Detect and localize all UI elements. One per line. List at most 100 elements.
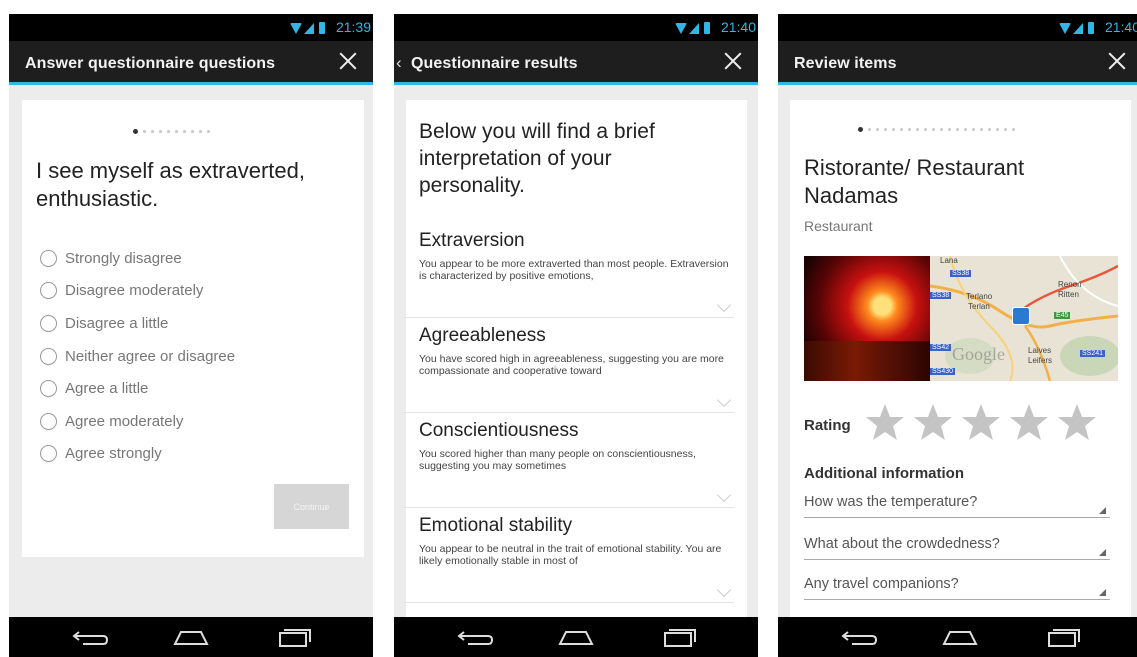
star-icon[interactable] [1008,402,1050,442]
status-bar: 21:40 [394,14,758,41]
trait-description: You scored higher than many people on co… [419,448,696,472]
clock: 21:40 [720,19,756,35]
nav-bar [9,617,373,657]
answer-option[interactable]: Agree moderately [40,405,235,438]
close-icon[interactable] [722,50,744,72]
signal-icon [1073,23,1083,34]
home-nav-icon[interactable] [171,626,211,648]
dropdown-indicator-icon [1099,549,1106,556]
map-label: Laives [1028,346,1052,355]
place-name: Ristorante/ Restaurant Nadamas [804,155,1025,208]
map-label: Ritten [1058,290,1079,299]
question-dropdown[interactable]: Any travel companions? [804,572,1110,600]
status-bar: 21:39 [9,14,373,41]
page-indicator [858,127,1015,132]
results-intro: Below you will find a brief interpretati… [419,120,655,197]
radio-button[interactable] [40,380,57,398]
map-pin-icon[interactable] [1012,307,1030,325]
answer-option[interactable]: Disagree a little [40,307,235,340]
trait-name: Emotional stability [419,515,573,536]
star-rating[interactable] [864,402,1098,442]
star-icon[interactable] [912,402,954,442]
back-nav-icon[interactable] [456,626,496,648]
restaurant-photo[interactable] [804,256,930,381]
road-tag: SS38 [950,270,972,277]
action-bar: Review items [778,41,1137,85]
question-dropdown[interactable]: What about the crowdedness? [804,532,1110,560]
answer-option[interactable]: Disagree moderately [40,275,235,308]
recent-apps-icon[interactable] [659,626,699,648]
road-tag: SS38 [930,292,952,299]
road-tag: SS42 [930,344,952,351]
trait-description: You appear to be more extraverted than m… [419,258,729,282]
star-icon[interactable] [960,402,1002,442]
recent-apps-icon[interactable] [1043,626,1083,648]
divider [404,412,734,413]
star-icon[interactable] [1056,402,1098,442]
answer-option[interactable]: Agree a little [40,372,235,405]
home-nav-icon[interactable] [940,626,980,648]
map-label: Renon [1058,280,1082,289]
trait-item[interactable]: Conscientiousness You scored higher than… [419,420,737,503]
battery-icon [319,22,325,34]
place-type: Restaurant [804,218,873,234]
divider [404,507,734,508]
trait-item[interactable]: Agreeableness You have scored high in ag… [419,325,737,408]
action-bar: Answer questionnaire questions [9,41,373,85]
map-label: Terlano [966,292,993,301]
home-nav-icon[interactable] [556,626,596,648]
back-chevron-icon[interactable]: ‹ [396,53,402,73]
dropdown-indicator-icon [1099,507,1106,514]
answer-option[interactable]: Agree strongly [40,438,235,471]
recent-apps-icon[interactable] [274,626,314,648]
additional-info-heading: Additional information [804,465,964,482]
screen-title: Review items [794,55,897,72]
question-dropdown[interactable]: How was the temperature? [804,490,1110,518]
action-bar: ‹ Questionnaire results [394,41,758,85]
radio-button[interactable] [40,347,57,365]
map-label: Lana [940,256,958,265]
question-text: I see myself as extraverted, enthusiasti… [36,158,305,211]
nav-bar [778,617,1137,657]
page-indicator [133,129,210,134]
trait-name: Extraversion [419,230,525,251]
signal-icon [304,23,314,34]
trait-description: You have scored high in agreeableness, s… [419,353,724,377]
screen-title: Answer questionnaire questions [25,55,276,72]
divider [404,602,734,603]
radio-button[interactable] [40,445,57,463]
back-nav-icon[interactable] [840,626,880,648]
close-icon[interactable] [337,50,359,72]
radio-button[interactable] [40,249,57,267]
continue-button[interactable]: Continue [274,484,349,529]
close-icon[interactable] [1106,50,1128,72]
wifi-icon [675,23,687,34]
road-tag: SS430 [930,368,956,375]
answer-options: Strongly disagree Disagree moderately Di… [40,242,235,470]
phone-screen-questionnaire: 21:39 Answer questionnaire questions I s… [9,14,373,657]
phone-screen-results: 21:40 ‹ Questionnaire results Below you … [394,14,758,657]
radio-button[interactable] [40,282,57,300]
nav-bar [394,617,758,657]
radio-button[interactable] [40,314,57,332]
map-label: Terlan [968,302,990,311]
star-icon[interactable] [864,402,906,442]
location-map[interactable]: Lana Terlano Terlan Renon Ritten Laives … [930,256,1118,381]
signal-icon [689,23,699,34]
screen-title: Questionnaire results [411,55,578,72]
divider [404,317,734,318]
answer-option[interactable]: Strongly disagree [40,242,235,275]
clock: 21:40 [1104,19,1137,35]
road-tag: E45 [1054,312,1071,319]
clock: 21:39 [335,19,371,35]
answer-option[interactable]: Neither agree or disagree [40,340,235,373]
back-nav-icon[interactable] [71,626,111,648]
dropdown-indicator-icon [1099,589,1106,596]
road-tag: SS241 [1080,350,1106,357]
trait-item[interactable]: Emotional stability You appear to be neu… [419,515,737,598]
rating-label: Rating [804,417,851,434]
radio-button[interactable] [40,412,57,430]
phone-screen-review: 21:40 Review items Ristorante/ Restauran… [778,14,1137,657]
trait-item[interactable]: Extraversion You appear to be more extra… [419,230,737,313]
battery-icon [1088,22,1094,34]
